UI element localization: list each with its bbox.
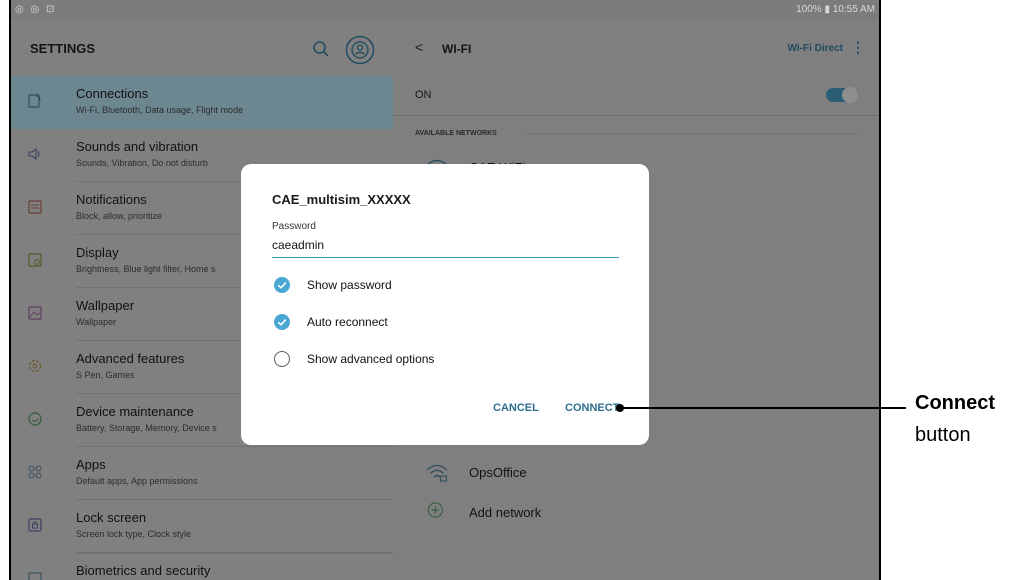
password-input-underline xyxy=(272,257,619,258)
dialog-network-name: CAE_multisim_XXXXX xyxy=(272,192,411,207)
divider xyxy=(76,553,393,554)
biometrics-icon xyxy=(28,572,42,580)
settings-item-subtitle: Brightness, Blue light filter, Home s xyxy=(76,264,216,274)
password-input[interactable]: caeadmin xyxy=(272,238,324,252)
status-bar: ◎ ◎ ⊡ 100% ▮ 10:55 AM xyxy=(11,0,879,20)
settings-item-title: Biometrics and security xyxy=(76,563,211,578)
connections-icon xyxy=(28,94,41,108)
apps-icon xyxy=(28,465,42,479)
wifi-password-dialog: CAE_multisim_XXXXX Password caeadmin Sho… xyxy=(241,164,649,445)
show-advanced-options-checkbox[interactable]: Show advanced options xyxy=(272,348,602,370)
settings-item-title: Wallpaper xyxy=(76,298,135,313)
battery-icon: ▮ xyxy=(824,4,830,15)
settings-item-title: Sounds and vibration xyxy=(76,139,199,154)
wallpaper-icon xyxy=(28,306,42,320)
add-network-item[interactable]: Add network xyxy=(393,495,879,533)
checkbox-checked-icon xyxy=(274,314,290,330)
wifi-lock-icon xyxy=(426,464,448,482)
notifications-icon xyxy=(28,200,42,214)
settings-item-apps[interactable]: Apps Default apps, App permissions xyxy=(11,447,393,500)
password-label: Password xyxy=(272,221,316,232)
settings-title: SETTINGS xyxy=(30,41,96,56)
connect-button[interactable]: CONNECT xyxy=(565,402,619,414)
settings-item-subtitle: Wallpaper xyxy=(76,317,117,327)
more-options-icon[interactable]: ⋮ xyxy=(851,39,865,56)
settings-item-lock-screen[interactable]: Lock screen Screen lock type, Clock styl… xyxy=(11,500,393,553)
settings-item-subtitle: Wi-Fi, Bluetooth, Data usage, Flight mod… xyxy=(76,105,244,115)
status-right: 100% ▮ 10:55 AM xyxy=(796,4,875,15)
wifi-on-label: ON xyxy=(415,89,432,101)
wifi-header: < WI-FI Wi-Fi Direct ⋮ xyxy=(393,20,879,76)
back-arrow-icon[interactable]: < xyxy=(415,39,423,55)
display-icon xyxy=(28,253,42,267)
settings-item-subtitle: S Pen, Games xyxy=(76,370,135,380)
settings-item-subtitle: Default apps, App permissions xyxy=(76,476,198,486)
speaker-icon xyxy=(28,147,40,161)
settings-item-title: Apps xyxy=(76,457,106,472)
wifi-title: WI-FI xyxy=(442,42,472,56)
lock-screen-icon xyxy=(28,518,42,532)
device-maintenance-icon xyxy=(28,412,42,426)
auto-reconnect-checkbox[interactable]: Auto reconnect xyxy=(272,311,602,333)
account-icon[interactable] xyxy=(345,35,375,65)
settings-item-title: Lock screen xyxy=(76,510,147,525)
settings-item-biometrics[interactable]: Biometrics and security xyxy=(11,553,393,580)
show-password-checkbox[interactable]: Show password xyxy=(272,274,602,296)
settings-item-connections[interactable]: Connections Wi-Fi, Bluetooth, Data usage… xyxy=(11,76,393,129)
network-item[interactable]: OpsOffice xyxy=(393,455,879,493)
settings-header: SETTINGS xyxy=(11,20,393,76)
available-networks-label: AVAILABLE NETWORKS xyxy=(415,130,497,137)
wifi-direct-link[interactable]: Wi-Fi Direct xyxy=(788,43,843,54)
clock: 10:55 AM xyxy=(832,4,875,15)
settings-item-subtitle: Sounds, Vibration, Do not disturb xyxy=(76,158,208,168)
settings-item-subtitle: Block, allow, prioritize xyxy=(76,211,163,221)
toggle-knob xyxy=(842,87,858,103)
available-networks-divider xyxy=(525,133,859,134)
battery-level: 100% xyxy=(796,4,822,15)
checkbox-label: Auto reconnect xyxy=(307,315,388,329)
callout-leader-line xyxy=(620,407,906,409)
settings-item-title: Connections xyxy=(76,86,149,101)
checkbox-unchecked-icon xyxy=(274,351,290,367)
callout-title: Connect xyxy=(915,392,995,414)
settings-item-title: Display xyxy=(76,245,119,260)
checkbox-label: Show advanced options xyxy=(307,352,435,366)
wifi-on-row[interactable]: ON xyxy=(393,76,879,116)
status-notification-icons: ◎ ◎ ⊡ xyxy=(15,4,57,15)
checkbox-label: Show password xyxy=(307,278,392,292)
network-name: OpsOffice xyxy=(469,465,527,480)
callout-subtitle: button xyxy=(915,424,971,446)
add-icon xyxy=(427,502,443,518)
settings-item-title: Device maintenance xyxy=(76,404,194,419)
settings-item-title: Notifications xyxy=(76,192,147,207)
advanced-features-icon xyxy=(28,359,42,373)
settings-item-subtitle: Screen lock type, Clock style xyxy=(76,529,192,539)
cancel-button[interactable]: CANCEL xyxy=(493,402,539,414)
settings-item-subtitle: Battery, Storage, Memory, Device s xyxy=(76,423,217,433)
search-icon[interactable] xyxy=(310,38,332,60)
settings-item-title: Advanced features xyxy=(76,351,185,366)
checkbox-checked-icon xyxy=(274,277,290,293)
add-network-label: Add network xyxy=(469,505,542,520)
wifi-toggle[interactable] xyxy=(826,87,858,103)
